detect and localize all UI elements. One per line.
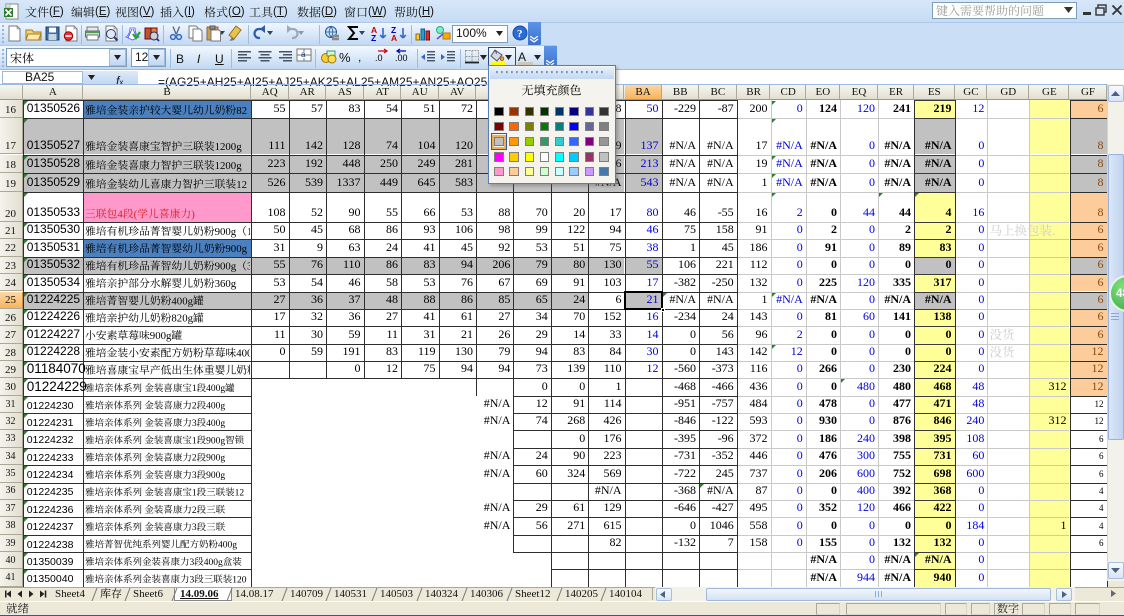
svg-text:A: A — [391, 33, 397, 42]
svg-text:.00: .00 — [395, 53, 408, 63]
svg-text:.0: .0 — [375, 53, 383, 63]
svg-text:a: a — [301, 50, 306, 59]
svg-text:?: ? — [517, 28, 523, 40]
svg-text:Z: Z — [371, 33, 376, 42]
